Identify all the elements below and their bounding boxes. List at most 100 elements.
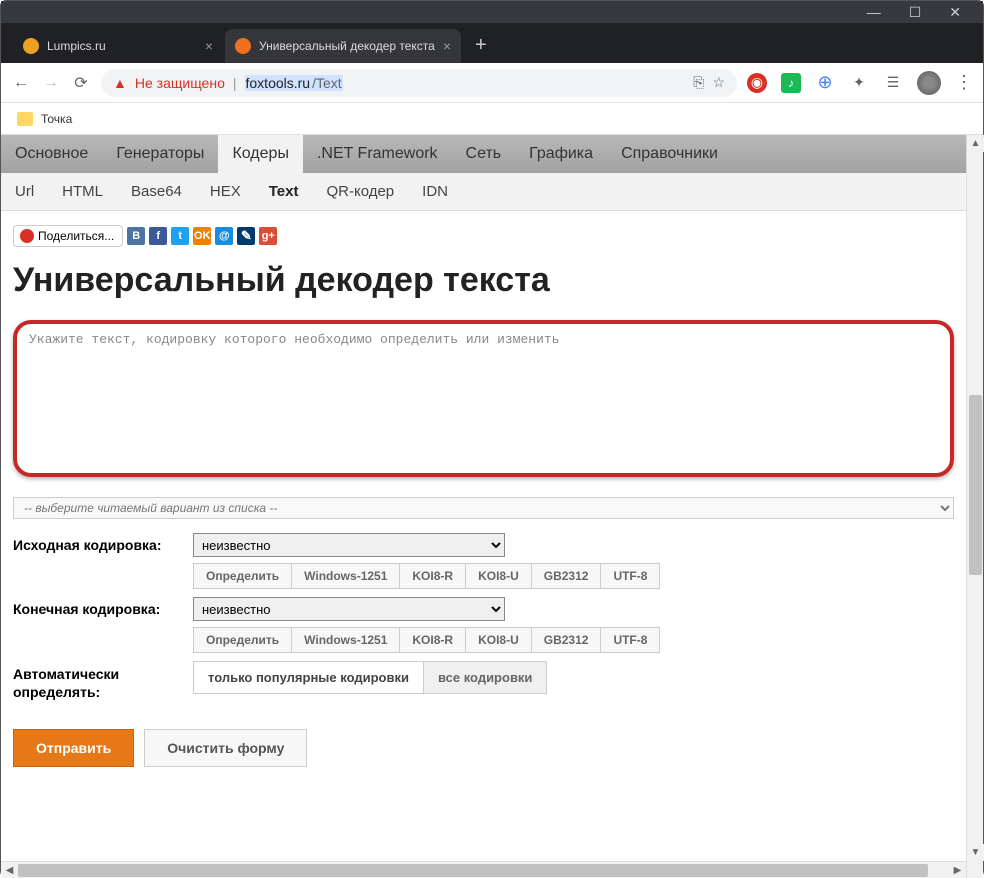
bookmark-star-icon[interactable]: ☆	[712, 74, 725, 91]
social-ok-icon[interactable]: OK	[193, 227, 211, 245]
divider: |	[233, 75, 237, 91]
enc-koi8r-button[interactable]: KOI8-R	[399, 563, 466, 589]
reading-list-icon[interactable]: ☰	[883, 73, 903, 93]
vertical-scrollbar[interactable]: ▲ ▼	[966, 135, 983, 878]
extension-icons: ◉ ♪ ⊕ ✦ ☰ ⋮	[747, 71, 973, 95]
bookmark-item[interactable]: Точка	[41, 112, 72, 126]
extensions-icon[interactable]: ✦	[849, 73, 869, 93]
page-content: Основное Генераторы Кодеры .NET Framewor…	[1, 135, 966, 878]
enc-win1251-button[interactable]: Windows-1251	[291, 627, 400, 653]
browser-tab-1[interactable]: Lumpics.ru ×	[13, 29, 223, 63]
url-host: foxtools.ru	[245, 75, 312, 91]
share-label: Поделиться...	[38, 229, 114, 243]
target-label: Конечная кодировка:	[13, 597, 193, 653]
enc-koi8u-button[interactable]: KOI8-U	[465, 627, 532, 653]
nav-generators[interactable]: Генераторы	[102, 135, 218, 173]
subnav-base64[interactable]: Base64	[117, 173, 196, 210]
subnav-url[interactable]: Url	[1, 173, 48, 210]
social-vk-icon[interactable]: B	[127, 227, 145, 245]
reload-button[interactable]: ⟳	[71, 73, 91, 93]
social-gp-icon[interactable]: g+	[259, 227, 277, 245]
target-enc-buttons: Определить Windows-1251 KOI8-R KOI8-U GB…	[193, 627, 954, 653]
tab-title: Lumpics.ru	[47, 39, 197, 53]
auto-detect-row: Автоматически определять: только популяр…	[13, 661, 954, 701]
nav-coders[interactable]: Кодеры	[218, 135, 303, 173]
toggle-all-button[interactable]: все кодировки	[423, 661, 547, 694]
scroll-thumb[interactable]	[18, 864, 928, 877]
text-input-highlight	[13, 320, 954, 477]
browser-menu-icon[interactable]: ⋮	[955, 72, 973, 93]
scroll-thumb[interactable]	[969, 395, 982, 575]
submit-button[interactable]: Отправить	[13, 729, 134, 767]
target-encoding-select[interactable]: неизвестно	[193, 597, 505, 621]
tab-favicon	[235, 38, 251, 54]
bookmarks-bar: Точка	[1, 103, 983, 135]
minimize-button[interactable]: —	[867, 4, 881, 20]
scroll-down-icon[interactable]: ▼	[967, 844, 984, 861]
subnav-qr[interactable]: QR-кодер	[312, 173, 408, 210]
share-icon	[20, 229, 34, 243]
nav-dotnet[interactable]: .NET Framework	[303, 135, 452, 173]
page-title: Универсальный декодер текста	[13, 261, 954, 300]
subnav-text[interactable]: Text	[255, 173, 313, 210]
enc-gb2312-button[interactable]: GB2312	[531, 563, 602, 589]
subnav-html[interactable]: HTML	[48, 173, 117, 210]
social-tw-icon[interactable]: t	[171, 227, 189, 245]
close-window-button[interactable]: ✕	[949, 4, 961, 21]
tab-favicon	[23, 38, 39, 54]
text-input[interactable]	[19, 326, 948, 466]
security-label: Не защищено	[135, 75, 225, 91]
address-bar[interactable]: ▲ Не защищено | foxtools.ru/Text ⎘ ☆	[101, 69, 737, 97]
translate-icon[interactable]: ⎘	[693, 74, 704, 91]
nav-graphics[interactable]: Графика	[515, 135, 607, 173]
enc-gb2312-button[interactable]: GB2312	[531, 627, 602, 653]
window-titlebar: — ☐ ✕	[1, 1, 983, 23]
tab-close-icon[interactable]: ×	[205, 38, 213, 54]
browser-tab-2[interactable]: Универсальный декодер текста ×	[225, 29, 461, 63]
horizontal-scrollbar[interactable]: ◀ ▶	[1, 861, 966, 878]
auto-label: Автоматически определять:	[13, 661, 193, 701]
folder-icon	[17, 112, 33, 126]
profile-avatar[interactable]	[917, 71, 941, 95]
back-button[interactable]: ←	[11, 73, 31, 93]
scroll-up-icon[interactable]: ▲	[967, 135, 984, 152]
url-path: /Text	[311, 75, 343, 91]
enc-detect-button[interactable]: Определить	[193, 563, 292, 589]
nav-main[interactable]: Основное	[1, 135, 102, 173]
forward-button[interactable]: →	[41, 73, 61, 93]
insecure-icon: ▲	[113, 75, 127, 91]
share-button[interactable]: Поделиться...	[13, 225, 123, 247]
nav-reference[interactable]: Справочники	[607, 135, 732, 173]
scroll-left-icon[interactable]: ◀	[1, 862, 18, 878]
clear-button[interactable]: Очистить форму	[144, 729, 307, 767]
enc-utf8-button[interactable]: UTF-8	[600, 627, 660, 653]
extension-globe-icon[interactable]: ⊕	[815, 73, 835, 93]
scroll-right-icon[interactable]: ▶	[949, 862, 966, 878]
source-enc-buttons: Определить Windows-1251 KOI8-R KOI8-U GB…	[193, 563, 954, 589]
variant-select[interactable]: -- выберите читаемый вариант из списка -…	[13, 497, 954, 519]
browser-tabstrip: Lumpics.ru × Универсальный декодер текст…	[1, 23, 983, 63]
auto-toggle-group: только популярные кодировки все кодировк…	[193, 661, 954, 694]
source-encoding-select[interactable]: неизвестно	[193, 533, 505, 557]
subnav-hex[interactable]: HEX	[196, 173, 255, 210]
social-lj-icon[interactable]: ✎	[237, 227, 255, 245]
enc-utf8-button[interactable]: UTF-8	[600, 563, 660, 589]
extension-red-icon[interactable]: ◉	[747, 73, 767, 93]
toggle-popular-button[interactable]: только популярные кодировки	[193, 661, 424, 694]
share-row: Поделиться... B f t OK @ ✎ g+	[13, 225, 954, 247]
social-fb-icon[interactable]: f	[149, 227, 167, 245]
enc-koi8r-button[interactable]: KOI8-R	[399, 627, 466, 653]
maximize-button[interactable]: ☐	[909, 4, 922, 21]
extension-green-icon[interactable]: ♪	[781, 73, 801, 93]
nav-network[interactable]: Сеть	[452, 135, 516, 173]
new-tab-button[interactable]: +	[463, 34, 499, 63]
social-mail-icon[interactable]: @	[215, 227, 233, 245]
target-encoding-row: Конечная кодировка: неизвестно Определит…	[13, 597, 954, 653]
enc-detect-button[interactable]: Определить	[193, 627, 292, 653]
enc-win1251-button[interactable]: Windows-1251	[291, 563, 400, 589]
subnav-idn[interactable]: IDN	[408, 173, 462, 210]
action-buttons: Отправить Очистить форму	[13, 729, 954, 767]
sub-nav: Url HTML Base64 HEX Text QR-кодер IDN	[1, 173, 966, 211]
enc-koi8u-button[interactable]: KOI8-U	[465, 563, 532, 589]
tab-close-icon[interactable]: ×	[443, 38, 451, 54]
